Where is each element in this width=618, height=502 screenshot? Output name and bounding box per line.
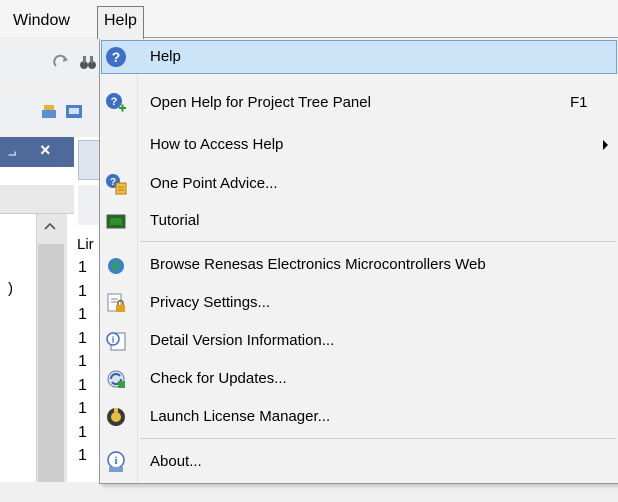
menu-item-detail-version-info[interactable]: i Detail Version Information... xyxy=(101,324,617,358)
menu-item-privacy-settings[interactable]: Privacy Settings... xyxy=(101,286,617,320)
menu-item-check-updates[interactable]: Check for Updates... xyxy=(101,362,617,396)
about-icon: i xyxy=(105,451,127,473)
menu-item-label: Browse Renesas Electronics Microcontroll… xyxy=(150,256,486,273)
menu-item-label: Check for Updates... xyxy=(150,370,287,387)
pin-icon[interactable]: ⨼ xyxy=(8,143,16,160)
globe-icon xyxy=(105,254,127,276)
redo-icon[interactable] xyxy=(52,52,72,72)
menu-item-label: Help xyxy=(150,48,181,65)
context-help-icon: ? xyxy=(105,92,127,114)
menu-item-label: One Point Advice... xyxy=(150,175,278,192)
update-icon xyxy=(105,368,127,390)
close-icon[interactable]: × xyxy=(40,140,51,161)
menu-item-how-to-access-help[interactable]: How to Access Help xyxy=(101,128,617,162)
line-column-header: Lir xyxy=(77,236,94,253)
tree-fragment: ) xyxy=(8,280,13,297)
menu-item-open-help-project-tree[interactable]: ? Open Help for Project Tree Panel F1 xyxy=(101,86,617,120)
menu-separator xyxy=(140,438,616,439)
submenu-arrow-icon xyxy=(603,140,608,150)
download-icon[interactable] xyxy=(64,102,84,122)
menu-item-label: Privacy Settings... xyxy=(150,294,271,311)
menu-item-browse-renesas-web[interactable]: Browse Renesas Electronics Microcontroll… xyxy=(101,248,617,282)
privacy-lock-icon xyxy=(105,292,127,314)
tutorial-icon xyxy=(105,210,127,232)
panel-toolbar xyxy=(0,185,74,214)
menu-item-label: About... xyxy=(150,453,202,470)
menu-item-label: Detail Version Information... xyxy=(150,332,335,349)
menu-item-shortcut: F1 xyxy=(570,94,588,111)
editor-toolbar xyxy=(78,185,100,225)
menu-item-tutorial[interactable]: Tutorial xyxy=(101,204,617,238)
license-manager-icon xyxy=(105,406,127,428)
menu-item-label: Launch License Manager... xyxy=(150,408,331,425)
menu-window[interactable]: Window xyxy=(8,8,75,34)
build-icon[interactable] xyxy=(40,102,60,122)
svg-text:?: ? xyxy=(111,96,118,108)
menu-item-label: Tutorial xyxy=(150,212,200,229)
help-dropdown-menu: ? Help ? Open Help for Project Tree Pane… xyxy=(99,37,618,484)
svg-text:?: ? xyxy=(112,49,121,65)
help-question-icon: ? xyxy=(105,46,127,68)
menu-bar: Window Help xyxy=(0,0,618,39)
svg-text:?: ? xyxy=(110,177,116,188)
menu-item-about[interactable]: i About... xyxy=(101,445,617,479)
advice-icon: ? xyxy=(105,173,127,195)
scrollbar-thumb[interactable] xyxy=(38,244,64,482)
menu-help[interactable]: Help xyxy=(97,6,144,39)
menu-separator xyxy=(140,241,616,242)
scroll-up-icon[interactable] xyxy=(44,222,56,230)
project-tree-header: ⨼ × xyxy=(0,137,74,167)
svg-text:i: i xyxy=(114,455,117,467)
menu-item-label: Open Help for Project Tree Panel xyxy=(150,94,371,111)
menu-item-label: How to Access Help xyxy=(150,136,284,153)
find-binoculars-icon[interactable] xyxy=(78,52,98,72)
toolbar-row-1 xyxy=(0,46,100,78)
menu-item-launch-license-manager[interactable]: Launch License Manager... xyxy=(101,400,617,434)
version-info-icon: i xyxy=(105,330,127,352)
menu-item-one-point-advice[interactable]: ? One Point Advice... xyxy=(101,167,617,201)
toolbar-row-2 xyxy=(0,96,100,128)
menu-item-help[interactable]: ? Help xyxy=(101,40,617,74)
